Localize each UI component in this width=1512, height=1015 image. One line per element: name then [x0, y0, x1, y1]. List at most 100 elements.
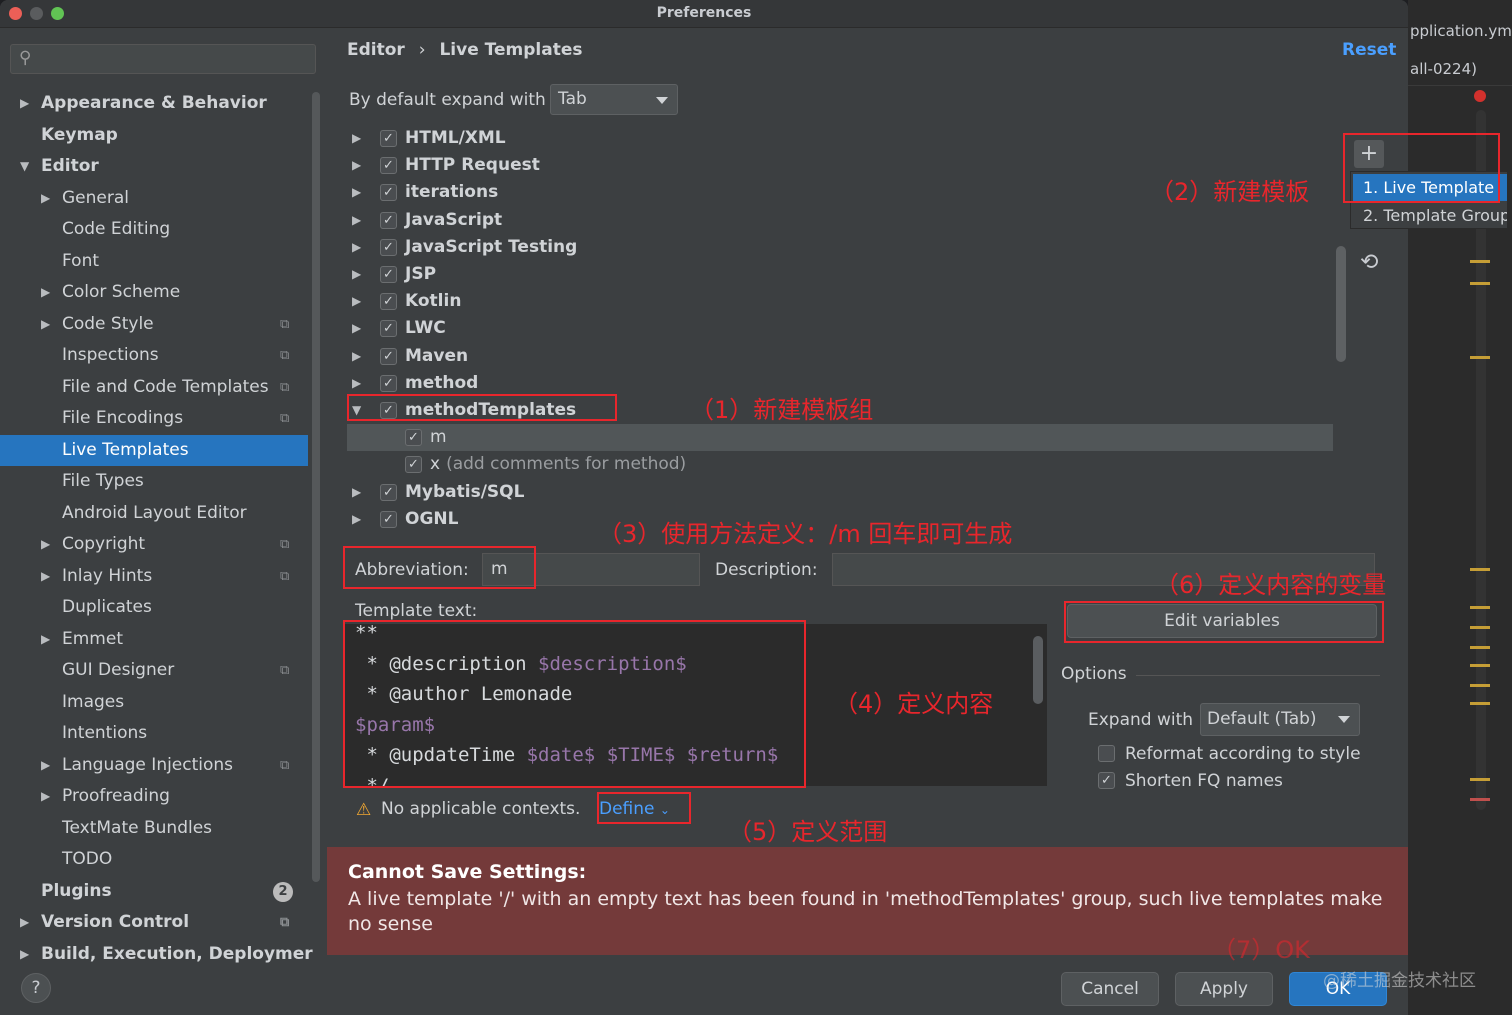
chevron-right-icon[interactable]: ▶	[352, 315, 361, 342]
sidebar-item[interactable]: Plugins 2	[0, 876, 308, 907]
chevron-right-icon[interactable]: ▶	[352, 288, 361, 315]
chevron-right-icon[interactable]: ▶	[41, 624, 50, 655]
sidebar-item-label: Color Scheme	[62, 282, 181, 302]
sidebar-item[interactable]: Images	[0, 687, 308, 718]
template-checkbox[interactable]: ✓	[380, 211, 397, 229]
chevron-right-icon[interactable]: ▶	[352, 261, 361, 288]
template-checkbox[interactable]: ✓	[380, 157, 397, 175]
chevron-right-icon[interactable]: ▶	[41, 750, 50, 781]
sidebar-item[interactable]: Inspections ⧉	[0, 340, 308, 371]
chevron-right-icon[interactable]: ▶	[352, 207, 361, 234]
template-group-row[interactable]: ▶ ✓ JavaScript	[347, 207, 1333, 234]
chevron-right-icon[interactable]: ▶	[352, 179, 361, 206]
gutter-mark	[1470, 356, 1490, 359]
chevron-down-icon[interactable]: ▼	[20, 151, 29, 182]
expand-default-select[interactable]: Tab	[550, 84, 678, 115]
sidebar-item[interactable]: ▶ Language Injections ⧉	[0, 750, 308, 781]
sidebar-item[interactable]: Android Layout Editor	[0, 498, 308, 529]
template-group-row[interactable]: ▶ ✓ Kotlin	[347, 288, 1333, 315]
template-group-row[interactable]: ▶ ✓ Maven	[347, 343, 1333, 370]
gutter-mark	[1470, 702, 1490, 705]
sidebar-item[interactable]: Live Templates	[0, 434, 308, 466]
sidebar-item[interactable]: Code Editing	[0, 214, 308, 245]
chevron-right-icon[interactable]: ▶	[41, 781, 50, 812]
background-editor-tab[interactable]: all-0224)	[1410, 60, 1477, 78]
template-label: Kotlin	[405, 288, 461, 315]
template-checkbox[interactable]: ✓	[405, 456, 422, 474]
chevron-right-icon[interactable]: ▶	[41, 561, 50, 592]
template-group-row[interactable]: ▶ ✓ HTML/XML	[347, 125, 1333, 152]
template-checkbox[interactable]: ✓	[380, 374, 397, 392]
chevron-right-icon[interactable]: ▶	[352, 506, 361, 533]
sidebar-item[interactable]: TODO	[0, 844, 308, 875]
template-checkbox[interactable]: ✓	[380, 293, 397, 311]
chevron-right-icon[interactable]: ▶	[352, 125, 361, 152]
template-checkbox[interactable]: ✓	[380, 238, 397, 256]
undo-icon[interactable]: ⟲	[1360, 250, 1378, 275]
template-group-row[interactable]: ▶ ✓ Mybatis/SQL	[347, 479, 1333, 506]
sidebar-item[interactable]: ▶ Emmet	[0, 624, 308, 655]
sidebar-item[interactable]: ▼ Editor	[0, 151, 308, 182]
search-input[interactable]: ⚲	[10, 44, 316, 74]
scrollbar[interactable]	[1336, 246, 1346, 362]
search-icon: ⚲	[19, 48, 32, 68]
reset-link[interactable]: Reset	[1342, 40, 1396, 60]
reformat-checkbox[interactable]	[1098, 745, 1115, 762]
scrollbar[interactable]	[1033, 636, 1043, 704]
chevron-right-icon[interactable]: ▶	[352, 234, 361, 261]
sidebar-item[interactable]: Duplicates	[0, 592, 308, 623]
sidebar-item[interactable]: GUI Designer ⧉	[0, 655, 308, 686]
sidebar-item[interactable]: ▶ Appearance & Behavior	[0, 88, 308, 119]
sidebar-item[interactable]: ▶ Build, Execution, Deploymer	[0, 939, 313, 970]
template-group-row[interactable]: ▶ ✓ JSP	[347, 261, 1333, 288]
help-button[interactable]: ?	[21, 973, 51, 1003]
chevron-right-icon[interactable]: ▶	[41, 183, 50, 214]
expand-with-select[interactable]: Default (Tab)	[1200, 703, 1360, 736]
sidebar-item[interactable]: File Encodings ⧉	[0, 403, 308, 434]
sidebar-item[interactable]: TextMate Bundles	[0, 813, 308, 844]
chevron-right-icon[interactable]: ▶	[20, 88, 29, 119]
chevron-right-icon[interactable]: ▶	[20, 939, 29, 970]
sidebar-item[interactable]: File Types	[0, 466, 308, 497]
sidebar-item[interactable]: ▶ Copyright ⧉	[0, 529, 308, 560]
apply-button[interactable]: Apply	[1175, 972, 1273, 1006]
template-checkbox[interactable]: ✓	[380, 347, 397, 365]
template-checkbox[interactable]: ✓	[380, 320, 397, 338]
template-group-row[interactable]: ▶ ✓ LWC	[347, 315, 1333, 342]
template-row[interactable]: ✓ x (add comments for method)	[347, 451, 1333, 478]
sidebar-item[interactable]: ▶ Color Scheme	[0, 277, 308, 308]
sidebar-item[interactable]: File and Code Templates ⧉	[0, 372, 308, 403]
sidebar-item[interactable]: ▶ Code Style ⧉	[0, 309, 308, 340]
chevron-right-icon[interactable]: ▶	[41, 277, 50, 308]
template-checkbox[interactable]: ✓	[380, 483, 397, 501]
template-checkbox[interactable]: ✓	[380, 510, 397, 528]
chevron-right-icon[interactable]: ▶	[41, 309, 50, 340]
expand-default-value: Tab	[558, 89, 587, 109]
scrollbar[interactable]	[312, 92, 320, 882]
sidebar-item[interactable]: Keymap	[0, 120, 308, 151]
template-checkbox[interactable]: ✓	[380, 130, 397, 147]
chevron-right-icon[interactable]: ▶	[352, 343, 361, 370]
chevron-right-icon[interactable]: ▶	[352, 370, 361, 397]
template-row[interactable]: ✓ m	[347, 424, 1333, 452]
breadcrumb-parent[interactable]: Editor	[347, 40, 405, 60]
template-checkbox[interactable]: ✓	[405, 429, 422, 447]
sidebar-item[interactable]: Font	[0, 246, 308, 277]
template-checkbox[interactable]: ✓	[380, 266, 397, 283]
sidebar-item[interactable]: ▶ Version Control ⧉	[0, 907, 308, 938]
chevron-right-icon[interactable]: ▶	[352, 479, 361, 506]
shorten-fq-checkbox[interactable]: ✓	[1098, 772, 1115, 789]
sidebar-item[interactable]: Intentions	[0, 718, 308, 749]
cancel-button[interactable]: Cancel	[1061, 972, 1159, 1006]
menu-item-template-group[interactable]: 2. Template Group...	[1353, 202, 1507, 229]
sidebar-item[interactable]: ▶ Proofreading	[0, 781, 308, 812]
sidebar-item-label: Live Templates	[62, 439, 189, 460]
chevron-right-icon[interactable]: ▶	[20, 907, 29, 938]
background-editor-tab[interactable]: pplication.yml	[1410, 22, 1512, 40]
chevron-right-icon[interactable]: ▶	[352, 152, 361, 179]
template-group-row[interactable]: ▶ ✓ JavaScript Testing	[347, 234, 1333, 261]
template-checkbox[interactable]: ✓	[380, 184, 397, 202]
sidebar-item[interactable]: ▶ General	[0, 183, 308, 214]
chevron-right-icon[interactable]: ▶	[41, 529, 50, 560]
sidebar-item[interactable]: ▶ Inlay Hints ⧉	[0, 561, 308, 592]
